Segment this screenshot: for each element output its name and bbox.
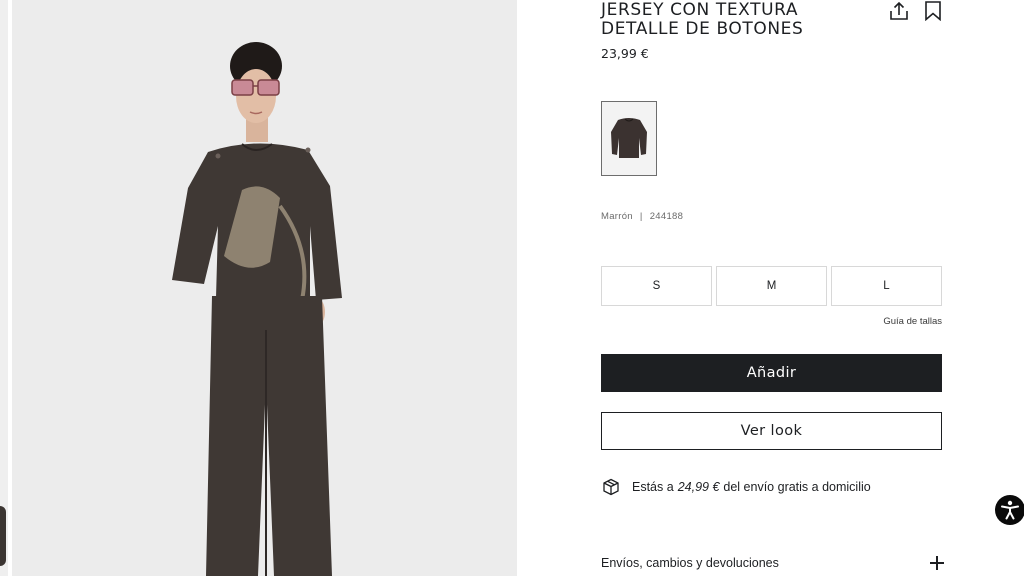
product-photo[interactable] [12,0,517,576]
size-selector: S M L [601,266,942,306]
sweater-thumbnail-image [602,102,656,175]
shipping-returns-accordion[interactable]: Envíos, cambios y devoluciones [601,556,944,570]
accordion-label: Envíos, cambios y devoluciones [601,556,779,570]
previous-image-strip[interactable] [0,0,10,576]
product-title: JERSEY CON TEXTURA DETALLE DE BOTONES [601,1,871,39]
view-look-button[interactable]: Ver look [601,412,942,450]
free-shipping-notice: Estás a 24,99 € del envío gratis a domic… [602,478,871,496]
size-button-s[interactable]: S [601,266,712,306]
bookmark-icon [925,1,941,22]
product-title-line-2: DETALLE DE BOTONES [601,19,804,39]
color-reference: Marrón | 244188 [601,211,683,222]
previous-image-edge [0,506,6,566]
size-button-l[interactable]: L [831,266,942,306]
model-illustration [12,0,517,576]
color-thumbnail[interactable] [601,101,657,176]
add-to-cart-button[interactable]: Añadir [601,354,942,392]
package-icon [603,478,619,496]
color-name: Marrón [601,211,633,222]
color-reference-separator: | [639,211,643,222]
shipping-prefix: Estás a [632,480,674,494]
bookmark-button[interactable] [923,1,943,22]
reference-number: 244188 [649,211,684,222]
size-guide-link[interactable]: Guía de tallas [883,316,942,327]
share-icon [890,1,908,20]
size-button-m[interactable]: M [716,266,827,306]
shipping-amount: 24,99 € [677,480,720,494]
product-title-line-1: JERSEY CON TEXTURA [601,0,799,20]
accessibility-icon [1001,500,1019,520]
product-price: 23,99 € [601,46,649,61]
accessibility-button[interactable] [995,495,1024,525]
shipping-suffix: del envío gratis a domicilio [723,480,871,494]
share-button[interactable] [888,1,910,21]
plus-icon [930,556,944,570]
